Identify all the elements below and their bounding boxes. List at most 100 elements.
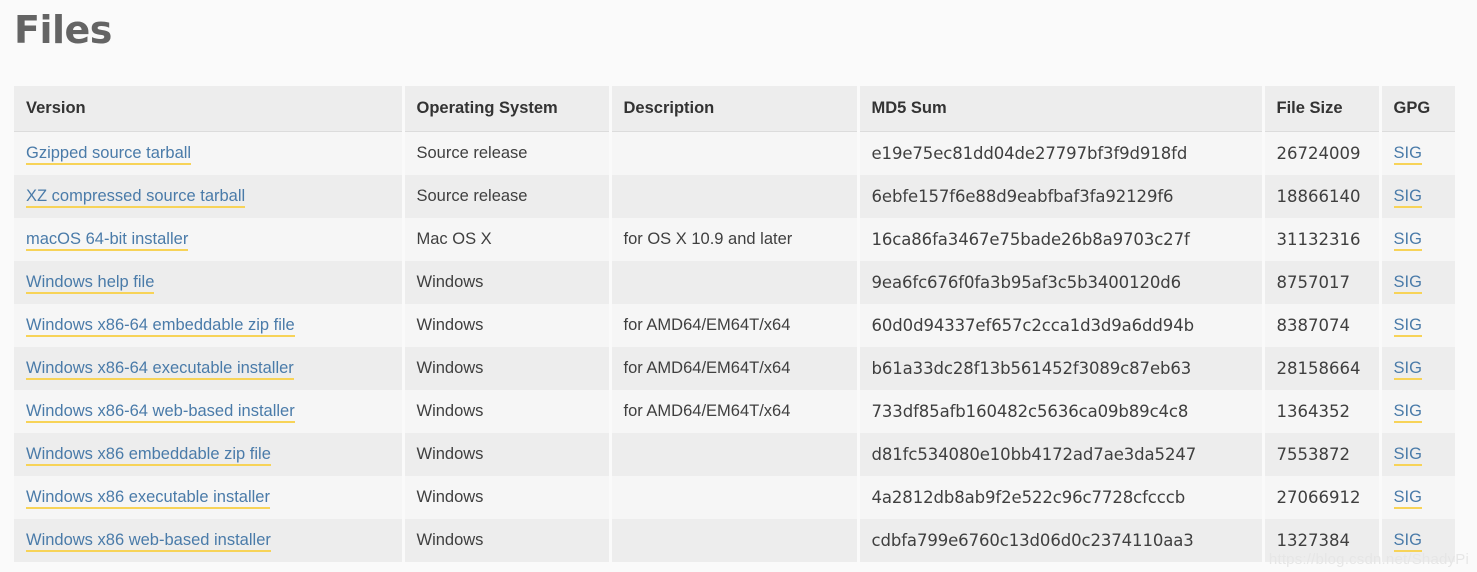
cell-file-size: 7553872	[1263, 433, 1382, 476]
page-title: Files	[14, 8, 112, 52]
cell-gpg: SIG	[1380, 476, 1455, 519]
cell-description	[610, 131, 860, 175]
cell-file-size: 26724009	[1263, 131, 1382, 175]
download-link-version[interactable]: XZ compressed source tarball	[26, 187, 246, 208]
cell-version: Windows x86 web-based installer	[14, 519, 405, 562]
column-header-gpg: GPG	[1380, 86, 1455, 132]
table-row: Windows x86-64 web-based installer Window…	[14, 390, 1455, 433]
cell-gpg: SIG	[1380, 175, 1455, 218]
cell-operating-system: Windows	[403, 433, 612, 476]
download-link-version[interactable]: Windows x86 executable installer	[26, 488, 270, 509]
download-link-version[interactable]: Windows x86-64 web-based installer	[26, 402, 295, 423]
cell-version: Windows help file	[14, 261, 405, 304]
table-row: Gzipped source tarball Source release e19e…	[14, 131, 1455, 175]
column-header-description: Description	[610, 86, 860, 132]
files-table-container: Version Operating System Description MD5…	[14, 86, 1455, 562]
gpg-signature-link[interactable]: SIG	[1393, 359, 1422, 380]
cell-operating-system: Windows	[403, 261, 612, 304]
cell-gpg: SIG	[1380, 347, 1455, 390]
cell-md5-sum: 60d0d94337ef657c2cca1d3d9a6dd94b	[858, 304, 1265, 347]
table-row: Windows x86 web-based installer Windows cd…	[14, 519, 1455, 562]
cell-version: Windows x86 embeddable zip file	[14, 433, 405, 476]
cell-description	[610, 261, 860, 304]
cell-file-size: 8757017	[1263, 261, 1382, 304]
download-link-version[interactable]: Windows x86 web-based installer	[26, 531, 271, 552]
cell-md5-sum: e19e75ec81dd04de27797bf3f9d918fd	[858, 131, 1265, 175]
cell-operating-system: Mac OS X	[403, 218, 612, 261]
gpg-signature-link[interactable]: SIG	[1393, 187, 1422, 208]
cell-version: Windows x86 executable installer	[14, 476, 405, 519]
cell-version: Windows x86-64 web-based installer	[14, 390, 405, 433]
gpg-signature-link[interactable]: SIG	[1393, 316, 1422, 337]
table-row: XZ compressed source tarball Source relea…	[14, 175, 1455, 218]
gpg-signature-link[interactable]: SIG	[1393, 488, 1422, 509]
cell-file-size: 18866140	[1263, 175, 1382, 218]
cell-gpg: SIG	[1380, 218, 1455, 261]
files-table: Version Operating System Description MD5…	[14, 86, 1455, 562]
download-link-version[interactable]: Windows x86-64 executable installer	[26, 359, 294, 380]
cell-md5-sum: cdbfa799e6760c13d06d0c2374110aa3	[858, 519, 1265, 562]
cell-description: for AMD64/EM64T/x64	[610, 390, 860, 433]
download-link-version[interactable]: Windows x86 embeddable zip file	[26, 445, 271, 466]
download-link-version[interactable]: macOS 64-bit installer	[26, 230, 189, 251]
cell-version: XZ compressed source tarball	[14, 175, 405, 218]
cell-version: macOS 64-bit installer	[14, 218, 405, 261]
download-link-version[interactable]: Windows help file	[26, 273, 155, 294]
cell-operating-system: Source release	[403, 131, 612, 175]
cell-description: for AMD64/EM64T/x64	[610, 347, 860, 390]
cell-md5-sum: d81fc534080e10bb4172ad7ae3da5247	[858, 433, 1265, 476]
cell-gpg: SIG	[1380, 433, 1455, 476]
download-link-version[interactable]: Gzipped source tarball	[26, 144, 192, 165]
cell-operating-system: Windows	[403, 476, 612, 519]
table-header-row: Version Operating System Description MD5…	[14, 86, 1455, 132]
cell-gpg: SIG	[1380, 304, 1455, 347]
cell-file-size: 8387074	[1263, 304, 1382, 347]
cell-gpg: SIG	[1380, 261, 1455, 304]
cell-description	[610, 519, 860, 562]
cell-description	[610, 476, 860, 519]
cell-md5-sum: 6ebfe157f6e88d9eabfbaf3fa92129f6	[858, 175, 1265, 218]
column-header-md5-sum: MD5 Sum	[858, 86, 1265, 132]
cell-md5-sum: 16ca86fa3467e75bade26b8a9703c27f	[858, 218, 1265, 261]
cell-version: Windows x86-64 embeddable zip file	[14, 304, 405, 347]
gpg-signature-link[interactable]: SIG	[1393, 144, 1422, 165]
gpg-signature-link[interactable]: SIG	[1393, 273, 1422, 294]
cell-md5-sum: 4a2812db8ab9f2e522c96c7728cfcccb	[858, 476, 1265, 519]
files-table-head: Version Operating System Description MD5…	[14, 86, 1455, 132]
table-row: Windows x86-64 embeddable zip file Window…	[14, 304, 1455, 347]
cell-file-size: 1364352	[1263, 390, 1382, 433]
cell-gpg: SIG	[1380, 390, 1455, 433]
table-row: Windows x86 executable installer Windows 4…	[14, 476, 1455, 519]
cell-gpg: SIG	[1380, 519, 1455, 562]
cell-operating-system: Windows	[403, 347, 612, 390]
cell-version: Windows x86-64 executable installer	[14, 347, 405, 390]
cell-description	[610, 433, 860, 476]
gpg-signature-link[interactable]: SIG	[1393, 402, 1422, 423]
download-link-version[interactable]: Windows x86-64 embeddable zip file	[26, 316, 295, 337]
cell-version: Gzipped source tarball	[14, 131, 405, 175]
column-header-operating-system: Operating System	[403, 86, 612, 132]
cell-file-size: 27066912	[1263, 476, 1382, 519]
gpg-signature-link[interactable]: SIG	[1393, 230, 1422, 251]
table-row: Windows x86-64 executable installer Windo…	[14, 347, 1455, 390]
column-header-version: Version	[14, 86, 405, 132]
files-table-body: Gzipped source tarball Source release e19e…	[14, 131, 1455, 562]
cell-md5-sum: 733df85afb160482c5636ca09b89c4c8	[858, 390, 1265, 433]
cell-operating-system: Source release	[403, 175, 612, 218]
gpg-signature-link[interactable]: SIG	[1393, 531, 1422, 552]
cell-file-size: 31132316	[1263, 218, 1382, 261]
cell-description: for AMD64/EM64T/x64	[610, 304, 860, 347]
cell-operating-system: Windows	[403, 390, 612, 433]
cell-operating-system: Windows	[403, 519, 612, 562]
files-page: Files Version Operating System Descripti…	[0, 0, 1477, 572]
cell-md5-sum: 9ea6fc676f0fa3b95af3c5b3400120d6	[858, 261, 1265, 304]
table-row: Windows help file Windows 9ea6fc676f0fa3b9…	[14, 261, 1455, 304]
gpg-signature-link[interactable]: SIG	[1393, 445, 1422, 466]
cell-description	[610, 175, 860, 218]
cell-md5-sum: b61a33dc28f13b561452f3089c87eb63	[858, 347, 1265, 390]
cell-description: for OS X 10.9 and later	[610, 218, 860, 261]
cell-file-size: 1327384	[1263, 519, 1382, 562]
table-row: Windows x86 embeddable zip file Windows d8…	[14, 433, 1455, 476]
cell-gpg: SIG	[1380, 131, 1455, 175]
cell-operating-system: Windows	[403, 304, 612, 347]
